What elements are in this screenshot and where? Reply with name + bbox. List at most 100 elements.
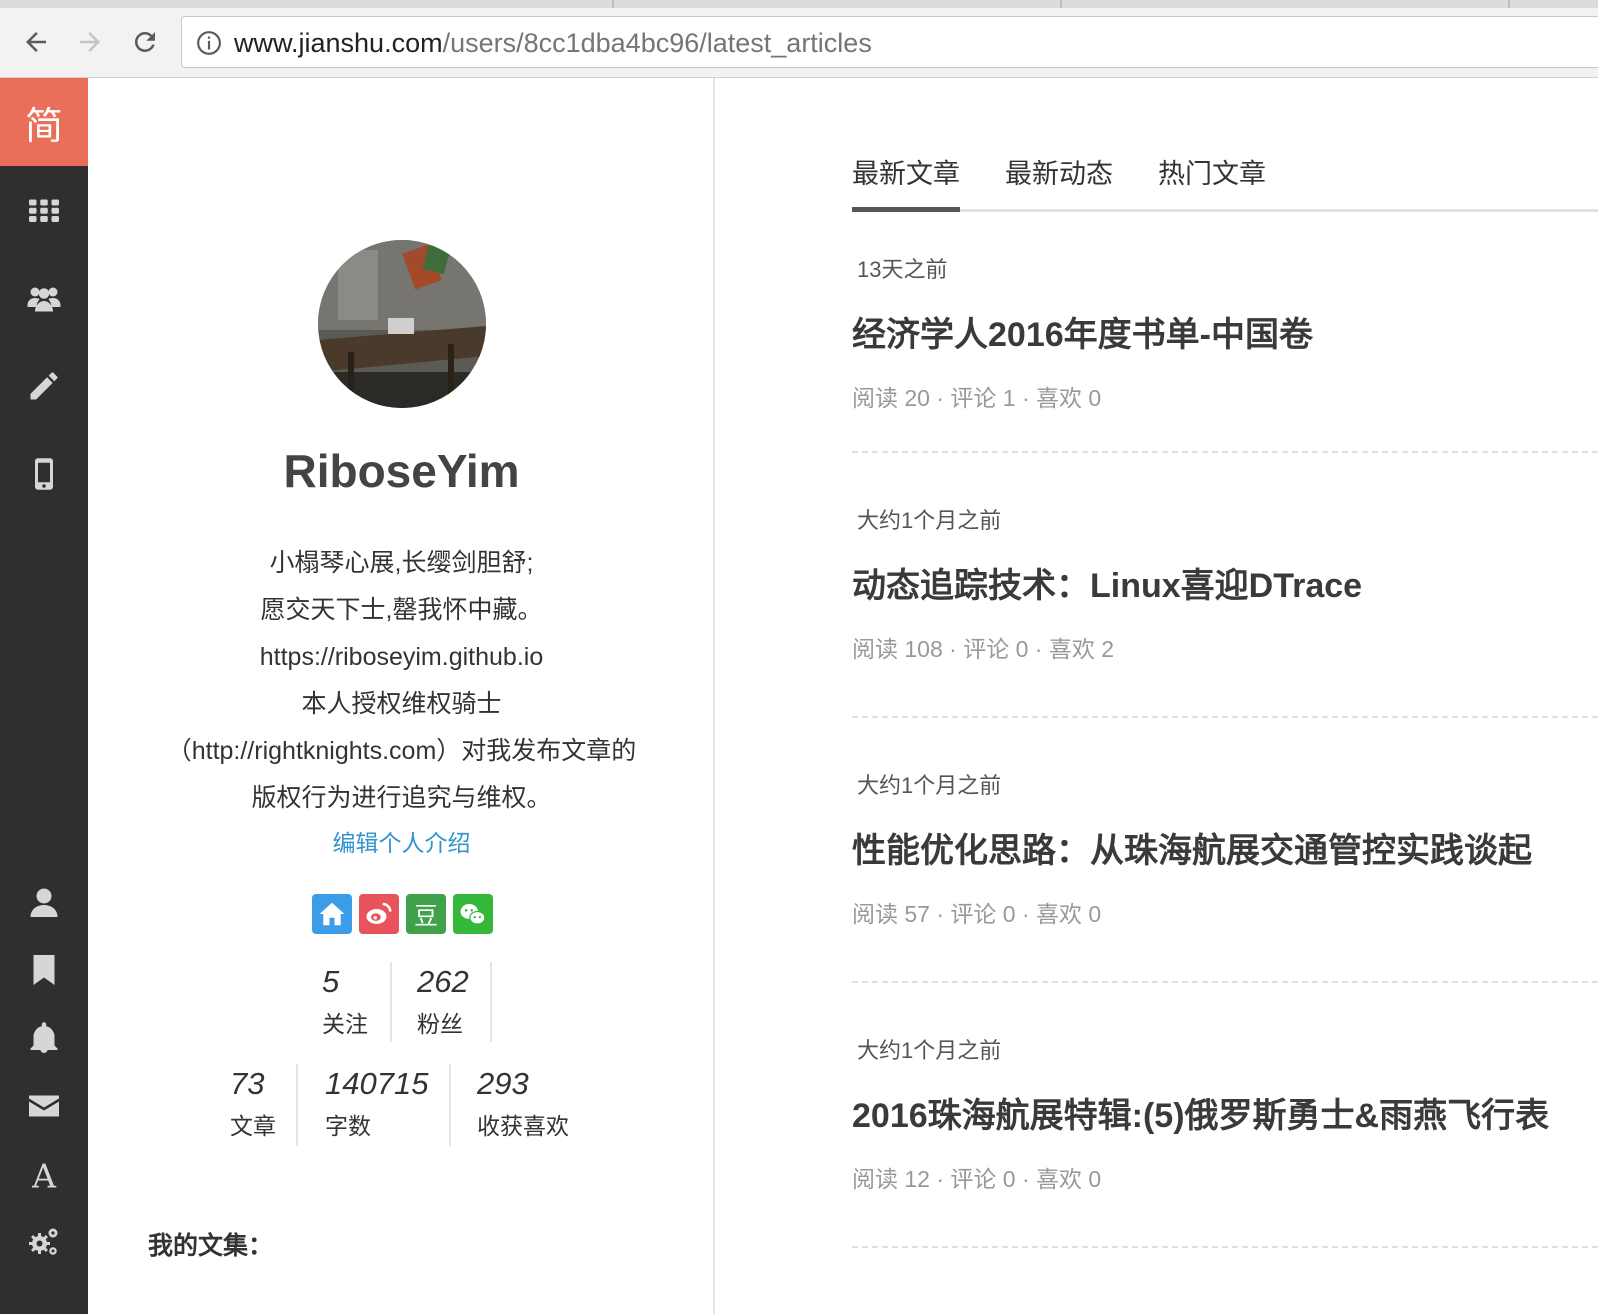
mobile-phone-icon bbox=[35, 458, 53, 490]
address-bar[interactable]: www.jianshu.com/users/8cc1dba4bc96/lates… bbox=[181, 16, 1598, 68]
profile-bio: 小榻琴心展,长缨剑胆舒; 愿交天下士,罄我怀中藏。 https://ribose… bbox=[128, 540, 675, 822]
article-title[interactable]: 经济学人2016年度书单-中国卷 bbox=[852, 313, 1598, 357]
article-title[interactable]: 性能优化思路：从珠海航展交通管控实践谈起 bbox=[852, 829, 1598, 873]
mobile-app-button[interactable] bbox=[24, 454, 64, 494]
article-meta: 阅读 57 · 评论 0 · 喜欢 0 bbox=[852, 901, 1102, 927]
url-path: /users/8cc1dba4bc96/latest_articles bbox=[442, 28, 872, 58]
bell-icon bbox=[30, 1022, 58, 1053]
mail-icon bbox=[29, 1095, 59, 1117]
article-time: 大约1个月之前 bbox=[857, 508, 1002, 533]
social-links: 豆 bbox=[312, 894, 493, 934]
tab-strip bbox=[0, 0, 1598, 8]
tab-edge bbox=[612, 0, 614, 8]
write-button[interactable] bbox=[24, 366, 64, 406]
stat-value: 5 bbox=[322, 964, 340, 999]
article-title[interactable]: 动态追踪技术：Linux喜迎DTrace bbox=[852, 564, 1598, 608]
bio-line: 小榻琴心展,长缨剑胆舒; bbox=[269, 549, 534, 577]
app-sidebar: 简 A bbox=[0, 78, 88, 1314]
douban-icon: 豆 bbox=[414, 902, 438, 929]
stat-divider bbox=[449, 1064, 451, 1146]
bio-line: 本人授权维权骑士 bbox=[301, 690, 502, 718]
users-group-button[interactable] bbox=[24, 278, 64, 318]
home-icon bbox=[319, 902, 345, 926]
stat-label: 字数 bbox=[325, 1113, 371, 1139]
stat-articles[interactable]: 73 文章 bbox=[230, 1064, 276, 1146]
brand-logo[interactable]: 简 bbox=[0, 78, 88, 166]
bookmark-icon bbox=[33, 955, 55, 985]
arrow-right-icon bbox=[80, 32, 100, 52]
stat-followers[interactable]: 262 粉丝 bbox=[417, 962, 469, 1044]
stat-label: 关注 bbox=[322, 1011, 368, 1037]
article-meta: 阅读 12 · 评论 0 · 喜欢 0 bbox=[852, 1166, 1102, 1192]
article-separator bbox=[852, 716, 1598, 718]
article-meta: 阅读 108 · 评论 0 · 喜欢 2 bbox=[852, 636, 1115, 662]
bio-line: https://riboseyim.github.io bbox=[259, 643, 544, 671]
tab-edge bbox=[1060, 0, 1062, 8]
stat-label: 文章 bbox=[230, 1113, 276, 1139]
stat-divider bbox=[296, 1064, 298, 1146]
apps-grid-icon bbox=[29, 199, 59, 222]
article-separator bbox=[852, 451, 1598, 453]
user-icon bbox=[30, 888, 58, 917]
article-time: 大约1个月之前 bbox=[857, 773, 1002, 798]
wechat-icon bbox=[460, 904, 486, 925]
douban-link[interactable]: 豆 bbox=[406, 894, 446, 934]
profile-panel: RiboseYim 小榻琴心展,长缨剑胆舒; 愿交天下士,罄我怀中藏。 http… bbox=[88, 78, 715, 1314]
stat-divider bbox=[390, 962, 392, 1042]
notifications-button[interactable] bbox=[24, 1018, 64, 1058]
article-meta: 阅读 20 · 评论 1 · 喜欢 0 bbox=[852, 385, 1102, 411]
stat-following[interactable]: 5 关注 bbox=[322, 962, 368, 1044]
bio-line: （http://rightknights.com）对我发布文章的 bbox=[166, 737, 637, 765]
settings-gears-icon bbox=[29, 1228, 58, 1255]
edit-intro-link[interactable]: 编辑个人介绍 bbox=[88, 824, 715, 858]
users-group-icon bbox=[27, 287, 61, 312]
article-item: 大约1个月之前 2016珠海航展特辑:(5)俄罗斯勇士&雨燕飞行表 阅读 12 … bbox=[852, 1036, 1598, 1248]
article-title[interactable]: 2016珠海航展特辑:(5)俄罗斯勇士&雨燕飞行表 bbox=[852, 1094, 1598, 1138]
svg-text:A: A bbox=[31, 1157, 57, 1193]
article-item: 大约1个月之前 动态追踪技术：Linux喜迎DTrace 阅读 108 · 评论… bbox=[852, 506, 1598, 718]
bookmarks-button[interactable] bbox=[24, 950, 64, 990]
stat-label: 粉丝 bbox=[417, 1011, 463, 1037]
article-time: 13天之前 bbox=[857, 257, 948, 282]
bio-line: 愿交天下士,罄我怀中藏。 bbox=[260, 596, 543, 624]
homepage-link[interactable] bbox=[312, 894, 352, 934]
messages-button[interactable] bbox=[24, 1086, 64, 1126]
wechat-link[interactable] bbox=[453, 894, 493, 934]
avatar[interactable] bbox=[318, 240, 486, 408]
article-item: 大约1个月之前 性能优化思路：从珠海航展交通管控实践谈起 阅读 57 · 评论 … bbox=[852, 771, 1598, 983]
weibo-link[interactable] bbox=[359, 894, 399, 934]
article-tabs: 最新文章 最新动态 热门文章 bbox=[852, 152, 1598, 212]
info-icon[interactable] bbox=[196, 30, 222, 56]
article-item: 13天之前 经济学人2016年度书单-中国卷 阅读 20 · 评论 1 · 喜欢… bbox=[852, 255, 1598, 453]
font-settings-button[interactable]: A bbox=[24, 1154, 64, 1194]
settings-button[interactable] bbox=[24, 1222, 64, 1262]
font-icon: A bbox=[31, 1157, 57, 1193]
forward-button[interactable] bbox=[70, 22, 110, 62]
stat-value: 262 bbox=[417, 964, 469, 999]
avatar-photo bbox=[318, 240, 486, 408]
tab-latest-activity[interactable]: 最新动态 bbox=[1005, 152, 1113, 191]
stat-divider bbox=[490, 962, 492, 1042]
stat-value: 140715 bbox=[325, 1066, 429, 1101]
tab-popular-articles[interactable]: 热门文章 bbox=[1158, 152, 1266, 191]
url-text: www.jianshu.com/users/8cc1dba4bc96/lates… bbox=[234, 27, 872, 59]
username: RiboseYim bbox=[283, 445, 520, 497]
article-separator bbox=[852, 1246, 1598, 1248]
stat-value: 73 bbox=[230, 1066, 265, 1101]
url-host: www.jianshu.com bbox=[234, 28, 443, 58]
reload-icon bbox=[134, 31, 155, 52]
weibo-icon bbox=[366, 902, 392, 924]
stat-likes-received: 293 收获喜欢 bbox=[477, 1064, 569, 1146]
bio-line: 版权行为进行追究与维权。 bbox=[251, 784, 552, 812]
back-button[interactable] bbox=[16, 22, 56, 62]
reload-button[interactable] bbox=[125, 22, 165, 62]
browser-toolbar: www.jianshu.com/users/8cc1dba4bc96/lates… bbox=[0, 0, 1598, 78]
tab-latest-articles[interactable]: 最新文章 bbox=[852, 152, 960, 212]
apps-grid-button[interactable] bbox=[24, 190, 64, 230]
article-separator bbox=[852, 981, 1598, 983]
article-time: 大约1个月之前 bbox=[857, 1038, 1002, 1063]
profile-button[interactable] bbox=[24, 882, 64, 922]
svg-text:豆: 豆 bbox=[414, 902, 438, 929]
pencil-icon bbox=[30, 372, 58, 400]
arrow-left-icon bbox=[26, 32, 46, 52]
